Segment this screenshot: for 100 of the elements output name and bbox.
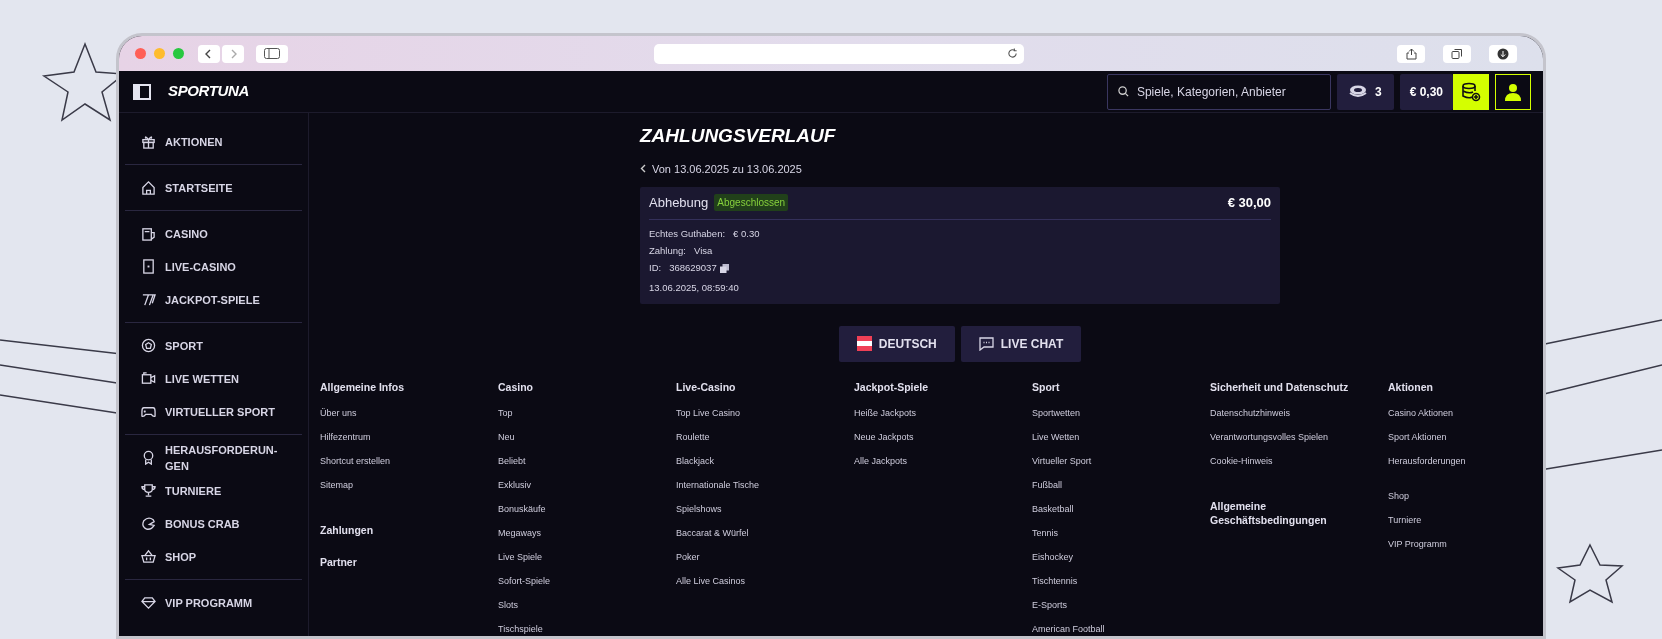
medal-icon [141,450,156,465]
detail-value: € 0.30 [733,226,760,241]
footer-link[interactable]: Slots [498,598,668,611]
share-icon [1405,47,1417,60]
sidebar-item[interactable]: CASINO [125,217,275,250]
footer-link[interactable]: E-Sports [1032,598,1202,611]
footer-heading[interactable]: Allgemeine Geschäftsbedingungen [1210,498,1350,527]
footer-link[interactable]: Hilfezentrum [320,430,490,443]
footer-link[interactable]: Bonuskäufe [498,502,668,515]
footer-link[interactable]: Shortcut erstellen [320,454,490,467]
download-button[interactable] [1489,44,1517,63]
footer-link[interactable]: Datenschutzhinweis [1210,406,1380,419]
footer-heading[interactable]: Live-Casino [676,379,846,394]
footer-link[interactable]: Verantwortungsvolles Spielen [1210,430,1380,443]
footer-link[interactable]: Shop [1388,489,1543,502]
footer-link[interactable]: Top [498,406,668,419]
footer-link[interactable]: Poker [676,550,846,563]
footer-heading[interactable]: Sicherheit und Datenschutz [1210,379,1380,394]
footer-link[interactable]: Virtueller Sport [1032,454,1202,467]
footer-heading[interactable]: Casino [498,379,668,394]
footer-link[interactable]: Blackjack [676,454,846,467]
date-range-link[interactable]: Von 13.06.2025 zu 13.06.2025 [652,160,802,177]
footer-heading[interactable]: Partner [320,554,460,569]
footer-link[interactable]: Basketball [1032,502,1202,515]
footer-link[interactable]: Alle Jackpots [854,454,1024,467]
coins-button[interactable]: 3 [1336,73,1394,110]
tabs-button[interactable] [1443,44,1471,63]
ball-icon [141,338,156,353]
balance[interactable]: € 0,30 [1399,73,1453,110]
footer-heading[interactable]: Allgemeine Infos [320,379,490,394]
footer-link[interactable]: Über uns [320,406,490,419]
footer-link[interactable]: Live Wetten [1032,430,1202,443]
footer-link[interactable]: American Football [1032,622,1202,635]
footer-link[interactable]: Cookie-Hinweis [1210,454,1380,467]
footer-link[interactable]: Fußball [1032,478,1202,491]
footer-link[interactable]: Heiße Jackpots [854,406,1024,419]
sidebar-item[interactable]: VIRTUELLER SPORT [125,395,275,428]
footer-link[interactable]: Neu [498,430,668,443]
sidebar-item[interactable]: LIVE-CASINO [125,250,275,283]
deposit-button[interactable] [1453,73,1489,110]
footer-link[interactable]: Tischspiele [498,622,668,635]
sidebar-item[interactable]: SPORT [125,329,275,362]
footer-link[interactable]: Neue Jackpots [854,430,1024,443]
reload-icon[interactable] [1007,48,1018,59]
footer-link[interactable]: Live Spiele [498,550,668,563]
footer-link[interactable]: Sitemap [320,478,490,491]
sidebar-toggle-icon[interactable] [133,83,151,100]
back-chevron-icon[interactable] [640,164,647,174]
sidebar-item[interactable]: JACKPOT-SPIELE [125,283,275,316]
footer-link[interactable]: Tischtennis [1032,574,1202,587]
sidebar-item[interactable]: STARTSEITE [125,171,275,204]
footer-link[interactable]: Spielshows [676,502,846,515]
back-button[interactable] [198,44,220,63]
tabs-icon [1451,47,1463,60]
footer-link[interactable]: Top Live Casino [676,406,846,419]
footer-link[interactable]: Alle Live Casinos [676,574,846,587]
gamepad-icon [141,404,156,419]
footer-link[interactable]: Internationale Tische [676,478,846,491]
profile-button[interactable] [1495,73,1531,110]
footer-heading[interactable]: Jackpot-Spiele [854,379,1024,394]
language-button[interactable]: DEUTSCH [838,325,955,362]
share-button[interactable] [1397,44,1425,63]
diamond-icon [141,595,156,610]
sidebar-item[interactable]: HERAUSFORDERUN-GEN [125,441,275,474]
gift-icon [141,134,156,149]
detail-value: Visa [694,243,713,258]
copy-icon[interactable] [719,263,729,273]
flag-icon [856,336,872,351]
footer-heading[interactable]: Aktionen [1388,379,1543,394]
home-icon [141,180,156,195]
sidebar-item[interactable]: LIVE WETTEN [125,362,275,395]
sidebar-item[interactable]: TURNIERE [125,474,275,507]
footer-link[interactable]: Roulette [676,430,846,443]
coin-stack-icon [1348,84,1367,99]
logo-text[interactable]: SPORTUNA [168,82,249,100]
footer-link[interactable]: Tennis [1032,526,1202,539]
footer-link[interactable]: Megaways [498,526,668,539]
page-title: ZAHLUNGSVERLAUF [640,124,837,148]
search-field[interactable]: Spiele, Kategorien, Anbieter [1106,73,1331,110]
footer-link[interactable]: Casino Aktionen [1388,406,1543,419]
transaction-type: Abhebung [649,194,709,212]
footer-heading[interactable]: Zahlungen [320,522,460,537]
footer-heading[interactable]: Sport [1032,379,1202,394]
footer-link[interactable]: Turniere [1388,513,1543,526]
footer-link[interactable]: Sofort-Spiele [498,574,668,587]
footer-link[interactable]: Sportwetten [1032,406,1202,419]
footer-link[interactable]: Baccarat & Würfel [676,526,846,539]
footer-link[interactable]: Exklusiv [498,478,668,491]
sidebar-item[interactable]: AKTIONEN [125,125,275,158]
live-chat-button[interactable]: LIVE CHAT [960,325,1082,362]
sidebar-item[interactable]: BONUS CRAB [125,507,275,540]
sidebar-item[interactable]: SHOP [125,540,275,573]
sidebar-toggle-button[interactable] [256,44,288,63]
footer-link[interactable]: Eishockey [1032,550,1202,563]
footer-link[interactable]: VIP Programm [1388,537,1543,550]
footer-link[interactable]: Beliebt [498,454,668,467]
sidebar-item[interactable]: VIP PROGRAMM [125,586,275,619]
footer-link[interactable]: Sport Aktionen [1388,430,1543,443]
transaction-date: 13.06.2025, 08:59:40 [649,281,740,296]
footer-link[interactable]: Herausforderungen [1388,454,1543,467]
